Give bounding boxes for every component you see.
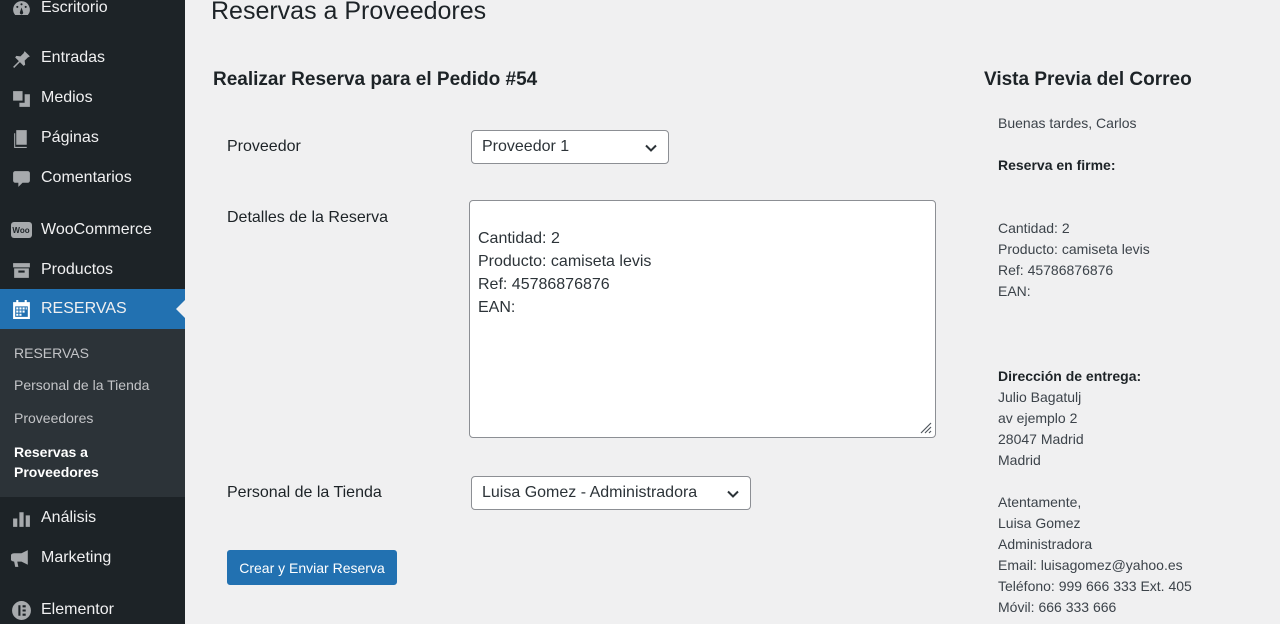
preview-phone: Teléfono: 999 666 333 Ext. 405 <box>998 578 1192 594</box>
preview-title: Vista Previa del Correo <box>984 69 1192 90</box>
dashboard-icon <box>10 0 32 19</box>
admin-sidebar: Escritorio Entradas Medios Páginas Comen… <box>0 0 185 624</box>
staff-select-value: Luisa Gomez - Administradora <box>482 484 698 501</box>
form-title: Realizar Reserva para el Pedido #54 <box>213 69 538 90</box>
preview-address-line: av ejemplo 2 <box>998 410 1078 426</box>
preview-address-heading: Dirección de entrega: <box>998 368 1142 384</box>
sidebar-item-label: Análisis <box>41 509 97 526</box>
preview-line: Producto: camiseta levis <box>998 241 1150 257</box>
resize-grip-icon[interactable] <box>918 420 932 434</box>
preview-mobile: Móvil: 666 333 666 <box>998 599 1117 615</box>
sidebar-item-label: Páginas <box>41 129 99 146</box>
page-title: Reservas a Proveedores <box>211 0 487 25</box>
preview-closing-line: Atentamente, <box>998 494 1082 510</box>
elementor-icon <box>10 599 32 621</box>
chevron-down-icon <box>644 141 658 155</box>
submenu-item-reservas[interactable]: RESERVAS <box>14 345 89 361</box>
submenu-item-personal[interactable]: Personal de la Tienda <box>14 377 149 393</box>
sidebar-item-productos[interactable]: Productos <box>0 250 185 290</box>
sidebar-item-escritorio[interactable]: Escritorio <box>0 0 185 28</box>
sidebar-item-woocommerce[interactable]: Woo WooCommerce <box>0 210 185 250</box>
chevron-down-icon <box>726 487 740 501</box>
megaphone-icon <box>10 547 32 569</box>
archive-icon <box>10 259 32 281</box>
sidebar-item-label: Comentarios <box>41 169 132 186</box>
submenu-item-reservas-proveedores[interactable]: Reservas a Proveedores <box>14 442 99 482</box>
staff-select[interactable]: Luisa Gomez - Administradora <box>471 476 751 510</box>
sidebar-item-entradas[interactable]: Entradas <box>0 38 185 78</box>
details-textarea[interactable]: Cantidad: 2 Producto: camiseta levis Ref… <box>469 200 936 438</box>
sidebar-item-marketing[interactable]: Marketing <box>0 538 185 578</box>
sidebar-item-elementor[interactable]: Elementor <box>0 590 185 624</box>
submenu-item-proveedores[interactable]: Proveedores <box>14 410 93 426</box>
create-send-reservation-button[interactable]: Crear y Enviar Reserva <box>227 550 397 585</box>
pages-icon <box>10 127 32 149</box>
preview-line: Cantidad: 2 <box>998 220 1070 236</box>
sidebar-item-paginas[interactable]: Páginas <box>0 118 185 158</box>
preview-greeting: Buenas tardes, Carlos <box>998 115 1137 131</box>
calendar-icon <box>10 298 32 320</box>
sidebar-item-medios[interactable]: Medios <box>0 78 185 118</box>
media-icon <box>10 87 32 109</box>
sidebar-item-label: Elementor <box>41 601 114 618</box>
pin-icon <box>10 47 32 69</box>
staff-label: Personal de la Tienda <box>227 484 382 501</box>
preview-address-line: 28047 Madrid <box>998 431 1084 447</box>
sidebar-item-reservas[interactable]: RESERVAS <box>0 289 185 329</box>
preview-firm-heading: Reserva en firme: <box>998 157 1116 173</box>
sidebar-item-comentarios[interactable]: Comentarios <box>0 158 185 198</box>
comment-icon <box>10 167 32 189</box>
provider-select-value: Proveedor 1 <box>482 138 570 155</box>
sidebar-item-label: WooCommerce <box>41 221 152 238</box>
details-label: Detalles de la Reserva <box>227 209 388 226</box>
sidebar-item-analisis[interactable]: Análisis <box>0 498 185 538</box>
woocommerce-icon: Woo <box>10 219 32 241</box>
sidebar-item-label: Escritorio <box>41 0 108 16</box>
provider-select[interactable]: Proveedor 1 <box>471 130 669 164</box>
preview-email: Email: luisagomez@yahoo.es <box>998 557 1183 573</box>
sidebar-item-label: RESERVAS <box>41 300 127 317</box>
preview-line: EAN: <box>998 283 1031 299</box>
bar-chart-icon <box>10 507 32 529</box>
preview-line: Ref: 45786876876 <box>998 262 1114 278</box>
reservas-submenu: RESERVAS Personal de la Tienda Proveedor… <box>0 329 185 497</box>
sidebar-item-label: Productos <box>41 261 114 278</box>
provider-label: Proveedor <box>227 138 301 155</box>
preview-closing-line: Administradora <box>998 536 1093 552</box>
preview-address-line: Madrid <box>998 452 1041 468</box>
sidebar-item-label: Medios <box>41 89 93 106</box>
sidebar-item-label: Entradas <box>41 49 106 66</box>
sidebar-item-label: Marketing <box>41 549 112 566</box>
preview-address-line: Julio Bagatulj <box>998 389 1082 405</box>
preview-closing-line: Luisa Gomez <box>998 515 1081 531</box>
